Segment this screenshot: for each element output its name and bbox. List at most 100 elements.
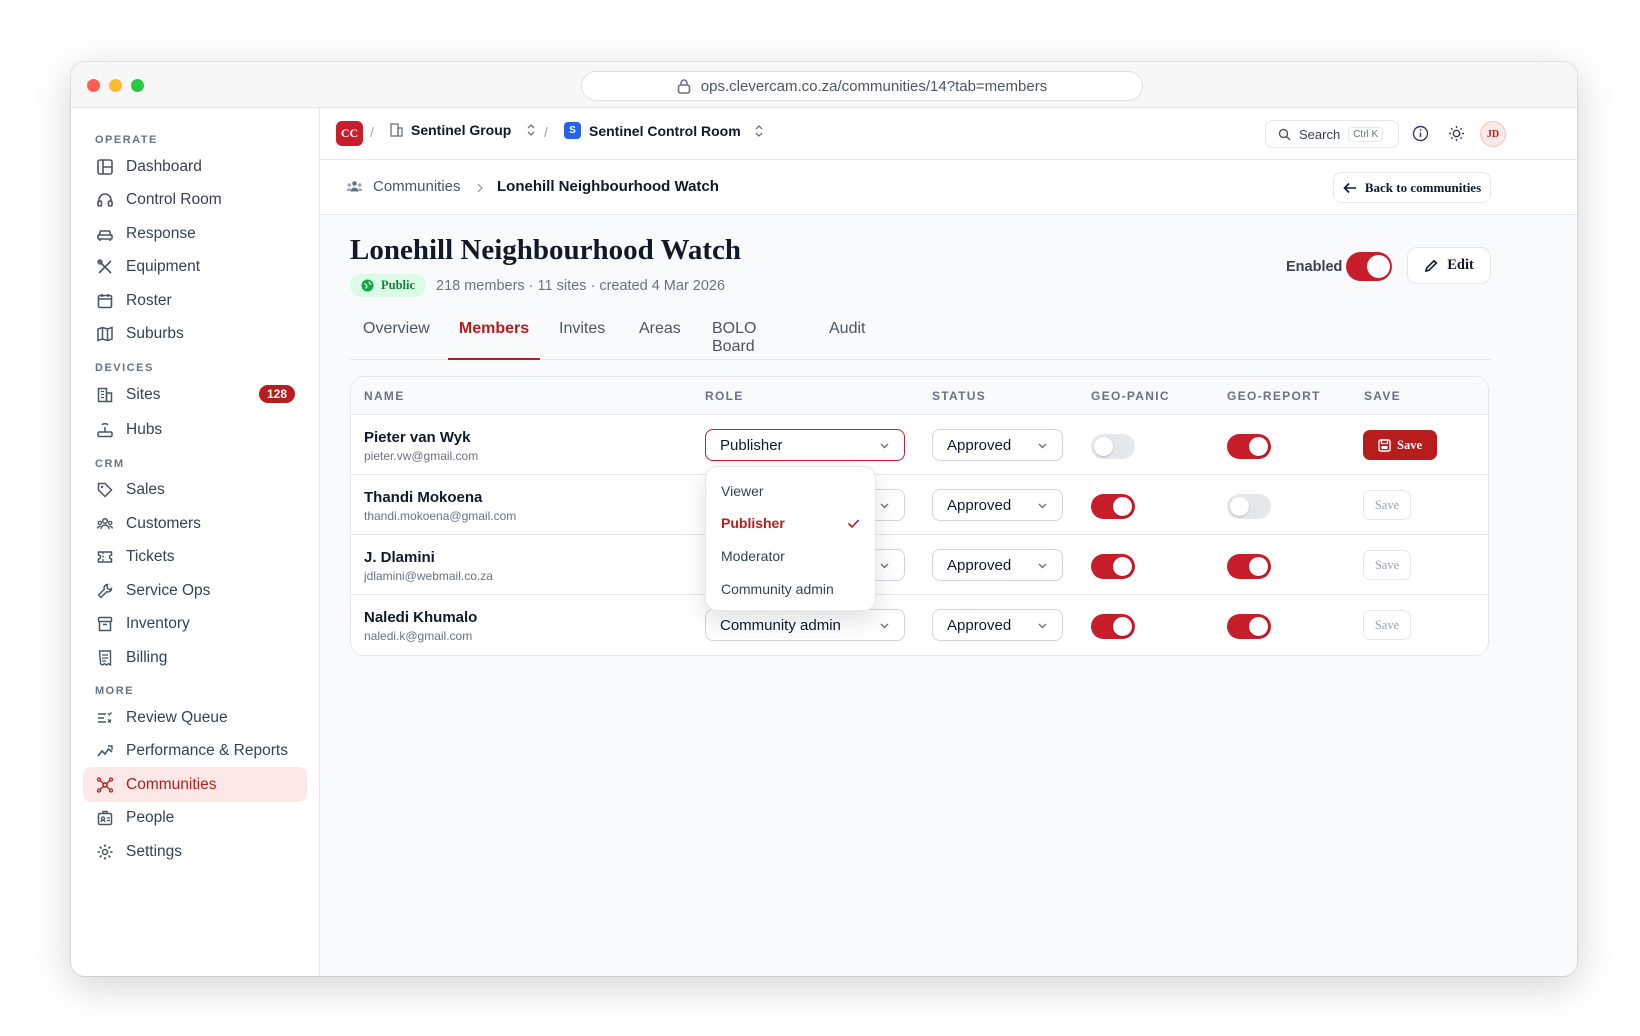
- sidebar-item-response[interactable]: Response: [83, 216, 307, 251]
- enabled-toggle[interactable]: [1346, 252, 1392, 281]
- sidebar-item-suburbs[interactable]: Suburbs: [83, 316, 307, 351]
- tab-invites[interactable]: Invites: [559, 320, 609, 360]
- role-option-moderator[interactable]: Moderator: [721, 548, 785, 564]
- back-to-communities-button[interactable]: Back to communities: [1333, 172, 1491, 203]
- building-icon: [97, 387, 113, 402]
- member-email: pieter.vw@gmail.com: [364, 449, 479, 463]
- save-label: Save: [1397, 437, 1422, 452]
- save-button[interactable]: Save: [1363, 550, 1411, 580]
- list-check-icon: [98, 711, 113, 723]
- avatar[interactable]: JD: [1480, 121, 1506, 147]
- geo-panic-toggle[interactable]: [1091, 494, 1135, 519]
- role-option-publisher[interactable]: Publisher: [721, 515, 785, 531]
- sidebar-item-equipment[interactable]: Equipment: [83, 249, 307, 284]
- status-select[interactable]: Approved: [932, 489, 1063, 521]
- status-select[interactable]: Approved: [932, 429, 1063, 461]
- sidebar-item-control-room[interactable]: Control Room: [83, 182, 307, 217]
- status-select[interactable]: Approved: [932, 549, 1063, 581]
- sidebar-item-dashboard[interactable]: Dashboard: [83, 149, 307, 184]
- sidebar-item-inventory[interactable]: Inventory: [83, 606, 307, 641]
- address-bar[interactable]: ops.clevercam.co.za/communities/14?tab=m…: [581, 71, 1143, 101]
- breadcrumb-separator: /: [370, 124, 374, 140]
- geo-panic-toggle[interactable]: [1091, 614, 1135, 639]
- role-select[interactable]: Publisher: [705, 429, 905, 461]
- geo-report-toggle[interactable]: [1227, 434, 1271, 459]
- sidebar-item-roster[interactable]: Roster: [83, 283, 307, 318]
- tab-audit[interactable]: Audit: [829, 320, 869, 360]
- maximize-window-button[interactable]: [131, 79, 144, 92]
- section-label-more: MORE: [95, 685, 134, 697]
- sidebar-item-label: Inventory: [126, 614, 190, 632]
- toggle-knob: [1230, 497, 1249, 516]
- search-button[interactable]: Search Ctrl K: [1265, 120, 1399, 148]
- sidebar-item-performance-reports[interactable]: Performance & Reports: [83, 733, 307, 768]
- org-switcher[interactable]: Sentinel Group: [390, 122, 537, 138]
- toggle-knob: [1367, 255, 1390, 278]
- sidebar-item-review-queue[interactable]: Review Queue: [83, 700, 307, 735]
- geo-report-toggle[interactable]: [1227, 494, 1271, 519]
- geo-panic-toggle[interactable]: [1091, 434, 1135, 459]
- table-header: NAME ROLE STATUS GEO-PANIC GEO-REPORT SA…: [351, 377, 1488, 415]
- role-select[interactable]: Community admin: [705, 609, 905, 641]
- breadcrumb-parent[interactable]: Communities: [346, 178, 461, 195]
- geo-panic-toggle[interactable]: [1091, 554, 1135, 579]
- sidebar-item-label: Hubs: [126, 420, 163, 438]
- save-label: Save: [1374, 497, 1400, 512]
- column-header-status: STATUS: [932, 389, 987, 403]
- sidebar-item-tickets[interactable]: Tickets: [83, 539, 307, 574]
- tab-overview[interactable]: Overview: [363, 320, 433, 360]
- role-option-viewer[interactable]: Viewer: [721, 483, 764, 499]
- member-name: Thandi Mokoena: [364, 489, 483, 506]
- car-icon: [97, 229, 113, 241]
- sidebar-item-label: Dashboard: [126, 157, 202, 175]
- save-button[interactable]: Save: [1363, 610, 1411, 640]
- member-email: thandi.mokoena@gmail.com: [364, 509, 517, 523]
- archive-icon: [97, 616, 113, 631]
- table-row: Naledi Khumalo naledi.k@gmail.com Commun…: [351, 595, 1488, 655]
- arrow-left-icon: [1343, 182, 1356, 193]
- role-option-community-admin[interactable]: Community admin: [721, 581, 834, 597]
- chevron-down-icon: [880, 503, 889, 509]
- geo-report-toggle[interactable]: [1227, 554, 1271, 579]
- chevron-down-icon: [1038, 623, 1047, 629]
- tab-areas[interactable]: Areas: [639, 320, 683, 360]
- sidebar-item-billing[interactable]: Billing: [83, 640, 307, 675]
- tag-icon: [97, 482, 113, 498]
- save-label: Save: [1374, 557, 1400, 572]
- info-icon[interactable]: [1412, 125, 1429, 142]
- geo-report-toggle[interactable]: [1227, 614, 1271, 639]
- chevron-down-icon: [1038, 563, 1047, 569]
- theme-toggle-icon[interactable]: [1448, 125, 1465, 142]
- tab-members[interactable]: Members: [448, 320, 540, 360]
- tab-bolo-board[interactable]: BOLO Board: [712, 320, 802, 360]
- browser-window: ops.clevercam.co.za/communities/14?tab=m…: [71, 62, 1577, 976]
- sidebar-item-label: Review Queue: [126, 708, 228, 726]
- breadcrumb: Communities Lonehill Neighbourhood Watch…: [320, 160, 1577, 215]
- app-logo[interactable]: CC: [336, 121, 363, 146]
- sidebar-item-customers[interactable]: Customers: [83, 506, 307, 541]
- sidebar-item-settings[interactable]: Settings: [83, 834, 307, 869]
- sidebar-item-people[interactable]: People: [83, 800, 307, 835]
- sidebar: OPERATE Dashboard Control Room Response …: [71, 108, 320, 976]
- workspace-switcher[interactable]: S Sentinel Control Room: [564, 122, 765, 139]
- status-select[interactable]: Approved: [932, 609, 1063, 641]
- back-label: Back to communities: [1364, 179, 1482, 195]
- sidebar-item-communities[interactable]: Communities: [83, 767, 307, 802]
- sidebar-item-hubs[interactable]: Hubs: [83, 412, 307, 447]
- save-button[interactable]: Save: [1363, 490, 1411, 520]
- close-window-button[interactable]: [87, 79, 100, 92]
- tools-icon: [97, 258, 112, 274]
- breadcrumb-parent-label: Communities: [373, 178, 461, 195]
- wrench-icon: [97, 583, 113, 598]
- edit-button[interactable]: Edit: [1407, 247, 1491, 284]
- member-email: naledi.k@gmail.com: [364, 629, 473, 643]
- sidebar-item-sales[interactable]: Sales: [83, 472, 307, 507]
- sidebar-item-label: Settings: [126, 842, 183, 860]
- save-button[interactable]: Save: [1363, 430, 1437, 460]
- sidebar-item-sites[interactable]: Sites 128: [83, 377, 307, 412]
- minimize-window-button[interactable]: [109, 79, 122, 92]
- save-label: Save: [1374, 617, 1400, 632]
- sidebar-item-label: People: [126, 808, 175, 826]
- sidebar-item-service-ops[interactable]: Service Ops: [83, 573, 307, 608]
- lock-icon: [677, 79, 691, 94]
